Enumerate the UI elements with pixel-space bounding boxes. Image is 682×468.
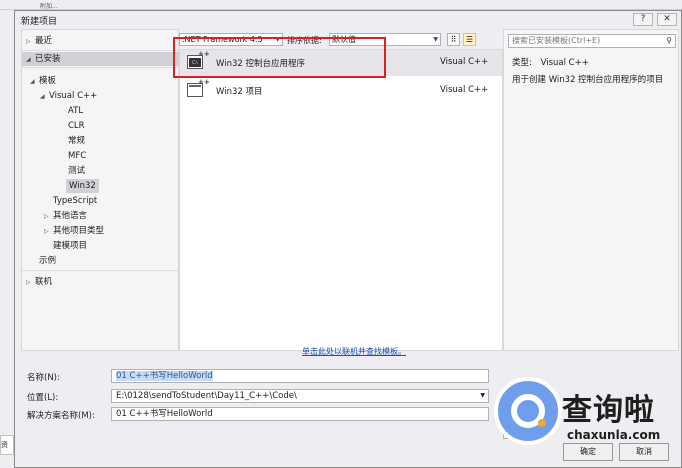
template-details: 搜索已安装模板(Ctrl+E) ⚲ 类型: Visual C++ 用于创建 Wi… (503, 29, 679, 351)
dialog-title: 新建项目 (21, 17, 58, 27)
win32-project-icon: ++ (187, 78, 210, 97)
online-templates-link[interactable]: 单击此处以联机并查找模板。 (302, 346, 406, 357)
tree-templates[interactable]: ◢ 模板 (30, 74, 56, 88)
tree-item-mfc[interactable]: MFC (68, 149, 86, 163)
solution-name-input[interactable]: 01 C++书写HelloWorld (111, 407, 489, 421)
chevron-down-icon: ▼ (480, 392, 485, 399)
tree-item-atl[interactable]: ATL (68, 104, 83, 118)
template-description: 用于创建 Win32 控制台应用程序的项目 (512, 75, 664, 85)
expand-arrow-icon: ▷ (26, 38, 31, 45)
tree-divider (22, 67, 180, 68)
template-language: Visual C++ (440, 57, 489, 67)
highlight-annotation-box (173, 37, 386, 78)
location-label: 位置(L): (27, 393, 59, 403)
template-list: C:\ ++ Win32 控制台应用程序 Visual C++ ++ Win32 … (179, 49, 503, 356)
tree-item-clr[interactable]: CLR (68, 119, 85, 133)
tree-item-general[interactable]: 常规 (68, 134, 85, 148)
template-language: Visual C++ (440, 85, 489, 95)
tree-modeling[interactable]: 建模项目 (53, 239, 87, 253)
close-button[interactable]: ✕ (657, 13, 677, 26)
collapse-arrow-icon: ◢ (26, 56, 31, 63)
search-input[interactable]: 搜索已安装模板(Ctrl+E) ⚲ (508, 34, 676, 48)
tree-typescript[interactable]: TypeScript (53, 194, 97, 208)
ide-side-tab[interactable]: 资 (0, 435, 14, 455)
collapse-arrow-icon: ◢ (30, 78, 35, 85)
toolbar-attach-label[interactable]: 附加... (40, 1, 58, 10)
tree-divider (22, 50, 180, 51)
type-label: 类型: (512, 58, 532, 68)
help-button[interactable]: ? (633, 13, 653, 26)
template-tree: ▷ 最近 ◢ 已安装 ◢ 模板 ◢ Visual C++ ATL CLR 常规 MFC … (21, 29, 180, 351)
name-label: 名称(N): (27, 373, 60, 383)
tree-divider (22, 270, 180, 271)
template-name: Win32 项目 (216, 87, 263, 97)
tree-item-test[interactable]: 测试 (68, 164, 85, 178)
tree-other-project-types[interactable]: ▷ 其他项目类型 (44, 224, 104, 238)
tree-recent[interactable]: ▷ 最近 (26, 34, 52, 48)
solution-name-label: 解决方案名称(M): (27, 411, 95, 421)
ide-left-strip: 资 (0, 10, 14, 468)
ok-button[interactable]: 确定 (563, 443, 613, 461)
list-view-icon[interactable]: ☰ (463, 33, 476, 46)
expand-arrow-icon: ▷ (44, 228, 49, 235)
chevron-down-icon: ▼ (433, 36, 438, 43)
location-select[interactable]: E:\0128\sendToStudent\Day11_C++\Code\ ▼ (111, 389, 489, 403)
collapse-arrow-icon: ◢ (40, 93, 45, 100)
dialog-titlebar: 新建项目 ? ✕ (15, 11, 681, 29)
grid-view-icon[interactable]: ⠿ (447, 33, 460, 46)
tree-item-win32[interactable]: Win32 (66, 179, 99, 193)
tree-visual-cpp[interactable]: ◢ Visual C++ (40, 89, 97, 103)
expand-arrow-icon: ▷ (26, 279, 31, 286)
type-value: Visual C++ (540, 58, 589, 68)
expand-arrow-icon: ▷ (44, 213, 49, 220)
tree-samples[interactable]: 示例 (39, 254, 56, 268)
cancel-button[interactable]: 取消 (619, 443, 669, 461)
tree-online[interactable]: ▷ 联机 (26, 275, 52, 289)
watermark-url: chaxunla.com (567, 428, 661, 442)
tree-other-languages[interactable]: ▷ 其他语言 (44, 209, 87, 223)
type-line: 类型: Visual C++ (512, 56, 589, 68)
project-name-input[interactable]: 01 C++书写HelloWorld (111, 369, 489, 383)
watermark-logo-icon (494, 377, 562, 445)
watermark-text: 查询啦 (562, 393, 655, 428)
ide-toolbar: 附加... (0, 0, 682, 10)
search-icon: ⚲ (666, 36, 672, 45)
tree-installed[interactable]: ◢ 已安装 (22, 52, 179, 66)
template-row-win32[interactable]: ++ Win32 项目 Visual C++ (180, 78, 502, 104)
